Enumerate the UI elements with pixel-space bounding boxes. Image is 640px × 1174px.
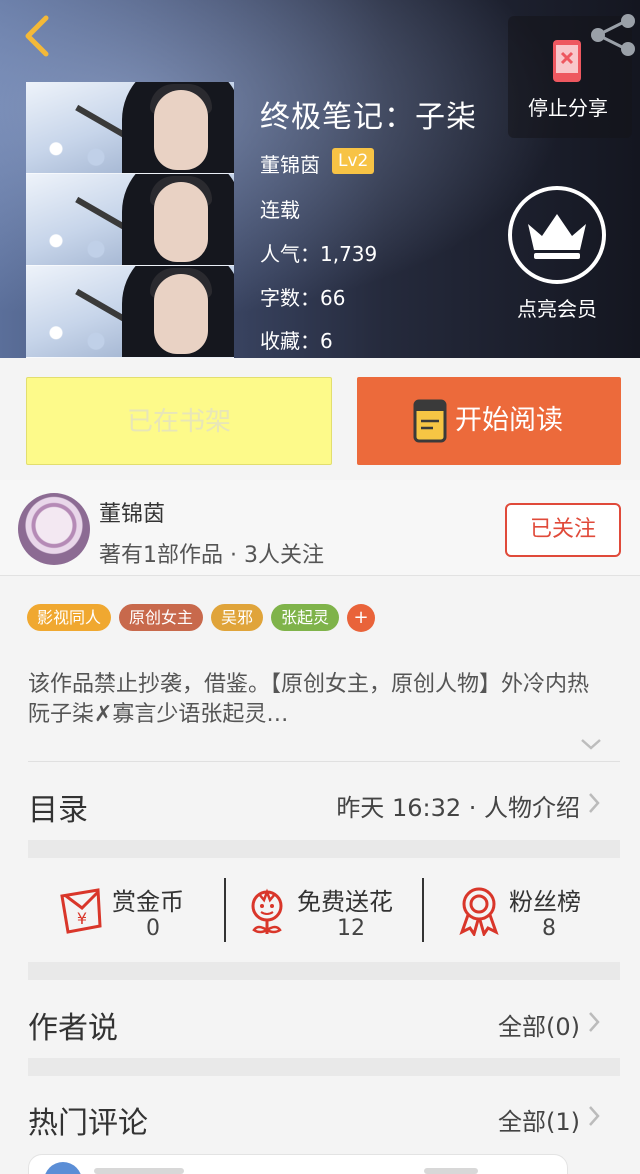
tag-item[interactable]: 影视同人 bbox=[27, 604, 112, 631]
flower-icon[interactable] bbox=[244, 886, 290, 936]
followed-button[interactable]: 已关注 bbox=[505, 503, 621, 557]
on-shelf-button[interactable]: 已在书架 bbox=[26, 377, 332, 465]
book-cover[interactable] bbox=[26, 82, 234, 358]
tag-item[interactable]: 张起灵 bbox=[271, 604, 340, 631]
tag-item[interactable]: 原创女主 bbox=[119, 604, 204, 631]
chevron-right-icon bbox=[589, 1106, 600, 1126]
chevron-right-icon bbox=[589, 1012, 600, 1032]
back-arrow-icon[interactable] bbox=[14, 10, 62, 58]
crown-icon bbox=[528, 214, 586, 259]
status-text: 连载 bbox=[260, 198, 300, 222]
catalog-latest[interactable]: 昨天 16:32 · 人物介绍 bbox=[336, 788, 580, 823]
popularity-text: 人气：1,739 bbox=[260, 242, 378, 266]
stat-label[interactable]: 赏金币 bbox=[112, 882, 184, 917]
stat-value: 0 bbox=[146, 916, 160, 941]
reward-coin-icon[interactable]: ¥ bbox=[58, 886, 104, 936]
start-reading-button[interactable]: 开始阅读 bbox=[357, 377, 621, 465]
medal-icon[interactable] bbox=[456, 886, 502, 936]
author-says-title[interactable]: 作者说 bbox=[28, 1003, 118, 1047]
catalog-title[interactable]: 目录 bbox=[28, 785, 88, 829]
tag-item[interactable]: 吴邪 bbox=[211, 604, 264, 631]
author-stats: 著有1部作品 · 3人关注 bbox=[99, 543, 324, 568]
stop-share-label: 停止分享 bbox=[528, 96, 608, 120]
chevron-down-icon[interactable] bbox=[578, 735, 604, 753]
phone-stop-icon bbox=[553, 40, 581, 82]
stat-label[interactable]: 粉丝榜 bbox=[509, 882, 581, 917]
start-reading-label: 开始阅读 bbox=[455, 405, 563, 436]
stat-value: 8 bbox=[542, 916, 556, 941]
author-says-all[interactable]: 全部(0) bbox=[498, 1007, 580, 1042]
stat-label[interactable]: 免费送花 bbox=[297, 882, 393, 917]
author-avatar[interactable] bbox=[18, 493, 90, 565]
svg-text:¥: ¥ bbox=[77, 909, 87, 928]
more-tags-button[interactable]: + bbox=[347, 604, 376, 632]
author-name[interactable]: 董锦茵 bbox=[260, 149, 320, 178]
hot-comments-all[interactable]: 全部(1) bbox=[498, 1102, 580, 1137]
word-count-text: 字数：66 bbox=[260, 286, 346, 310]
stat-value: 12 bbox=[337, 916, 365, 941]
vip-label: 点亮会员 bbox=[517, 297, 597, 321]
author-row-name[interactable]: 董锦茵 bbox=[99, 496, 165, 528]
book-description: 该作品禁止抄袭，借鉴。【原创女主，原创人物】外冷内热阮子柒✗寡言少语张起灵… bbox=[28, 672, 590, 727]
hot-comments-title[interactable]: 热门评论 bbox=[28, 1098, 148, 1142]
tag-list: 影视同人 原创女主 吴邪 张起灵 + bbox=[27, 604, 376, 632]
book-title: 终极笔记：子柒 bbox=[260, 100, 477, 135]
level-badge: Lv2 bbox=[332, 148, 375, 174]
favorites-text: 收藏：6 bbox=[260, 329, 333, 353]
share-icon[interactable] bbox=[588, 14, 638, 56]
book-icon bbox=[413, 399, 447, 443]
chevron-right-icon bbox=[589, 793, 600, 813]
book-detail-page: 终极笔记：子柒 董锦茵 Lv2 连载 人气：1,739 字数：66 收藏：6 点… bbox=[0, 0, 640, 1174]
